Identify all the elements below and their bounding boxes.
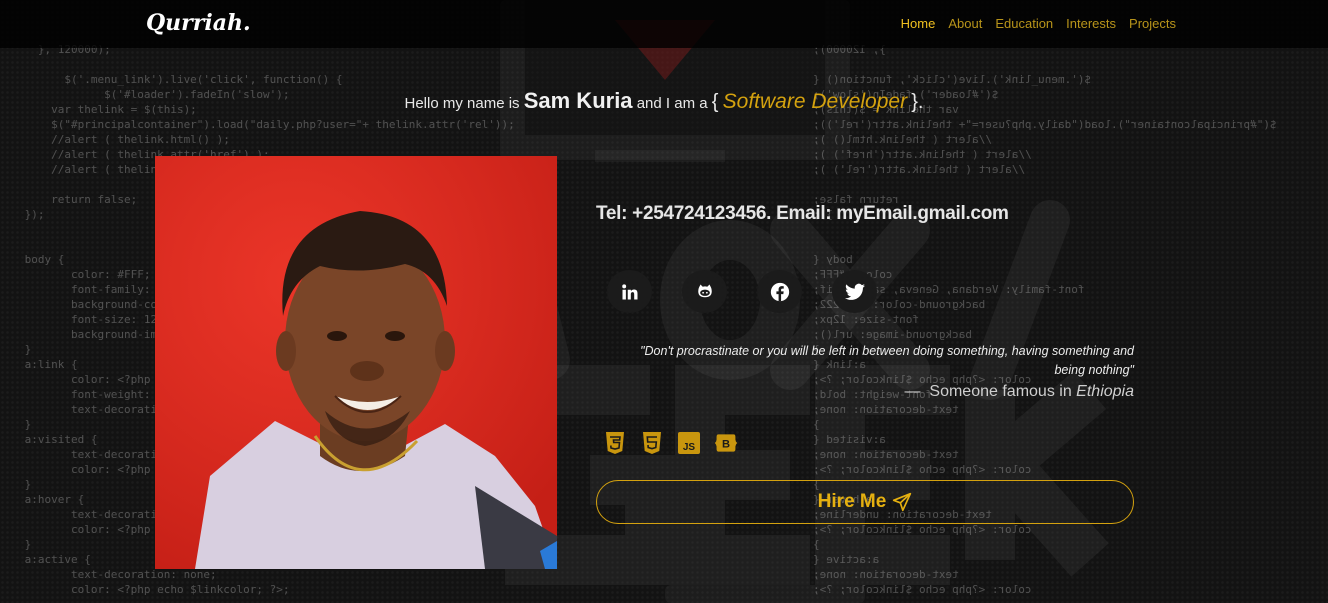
nav-about[interactable]: About [948, 16, 982, 31]
contact-info: Tel: +254724123456. Email: myEmail.gmail… [596, 203, 1009, 224]
twitter-icon [844, 283, 865, 300]
quote-dash: — [904, 383, 921, 400]
intro-name: Sam Kuria [523, 88, 633, 113]
css3-icon [603, 430, 627, 456]
quote-attribution: — Someone famous in Ethiopia [610, 383, 1134, 401]
linkedin-link[interactable] [607, 270, 652, 313]
tech-stack: JS B [603, 430, 738, 456]
quote-text: "Don't procrastinate or you will be left… [640, 344, 1134, 377]
html5-icon [640, 430, 664, 456]
social-links [607, 270, 877, 313]
svg-text:B: B [722, 438, 730, 450]
hire-me-label: Hire Me [817, 491, 887, 512]
top-navbar: Qurriah. Home About Education Interests … [0, 0, 1328, 48]
quote-place: Ethiopia [1076, 383, 1134, 400]
profile-photo [155, 156, 557, 569]
intro-role: Software Developer [722, 90, 908, 113]
quote-author: Someone famous in [929, 383, 1072, 400]
nav-links: Home About Education Interests Projects [888, 16, 1176, 31]
bootstrap-icon: B [714, 430, 738, 456]
intro-heading: Hello my name is Sam Kuria and I am a { … [0, 88, 1328, 114]
github-icon [697, 284, 712, 297]
intro-open-brace: { [711, 91, 719, 113]
nav-home[interactable]: Home [901, 16, 936, 31]
svg-text:JS: JS [683, 442, 696, 453]
hire-me-button[interactable]: Hire Me [596, 480, 1134, 524]
javascript-icon: JS [677, 430, 701, 456]
twitter-link[interactable] [832, 270, 877, 313]
intro-prefix: Hello my name is [404, 95, 520, 112]
paper-plane-icon [893, 492, 912, 512]
github-link[interactable] [682, 270, 727, 313]
facebook-link[interactable] [757, 270, 802, 313]
nav-projects[interactable]: Projects [1129, 16, 1176, 31]
brand-logo[interactable]: Qurriah. [146, 10, 251, 36]
intro-close-brace: }. [911, 91, 924, 113]
nav-interests[interactable]: Interests [1066, 16, 1116, 31]
nav-education[interactable]: Education [995, 16, 1053, 31]
linkedin-icon [621, 283, 637, 299]
facebook-icon [770, 282, 789, 301]
intro-middle: and I am a [636, 95, 708, 112]
